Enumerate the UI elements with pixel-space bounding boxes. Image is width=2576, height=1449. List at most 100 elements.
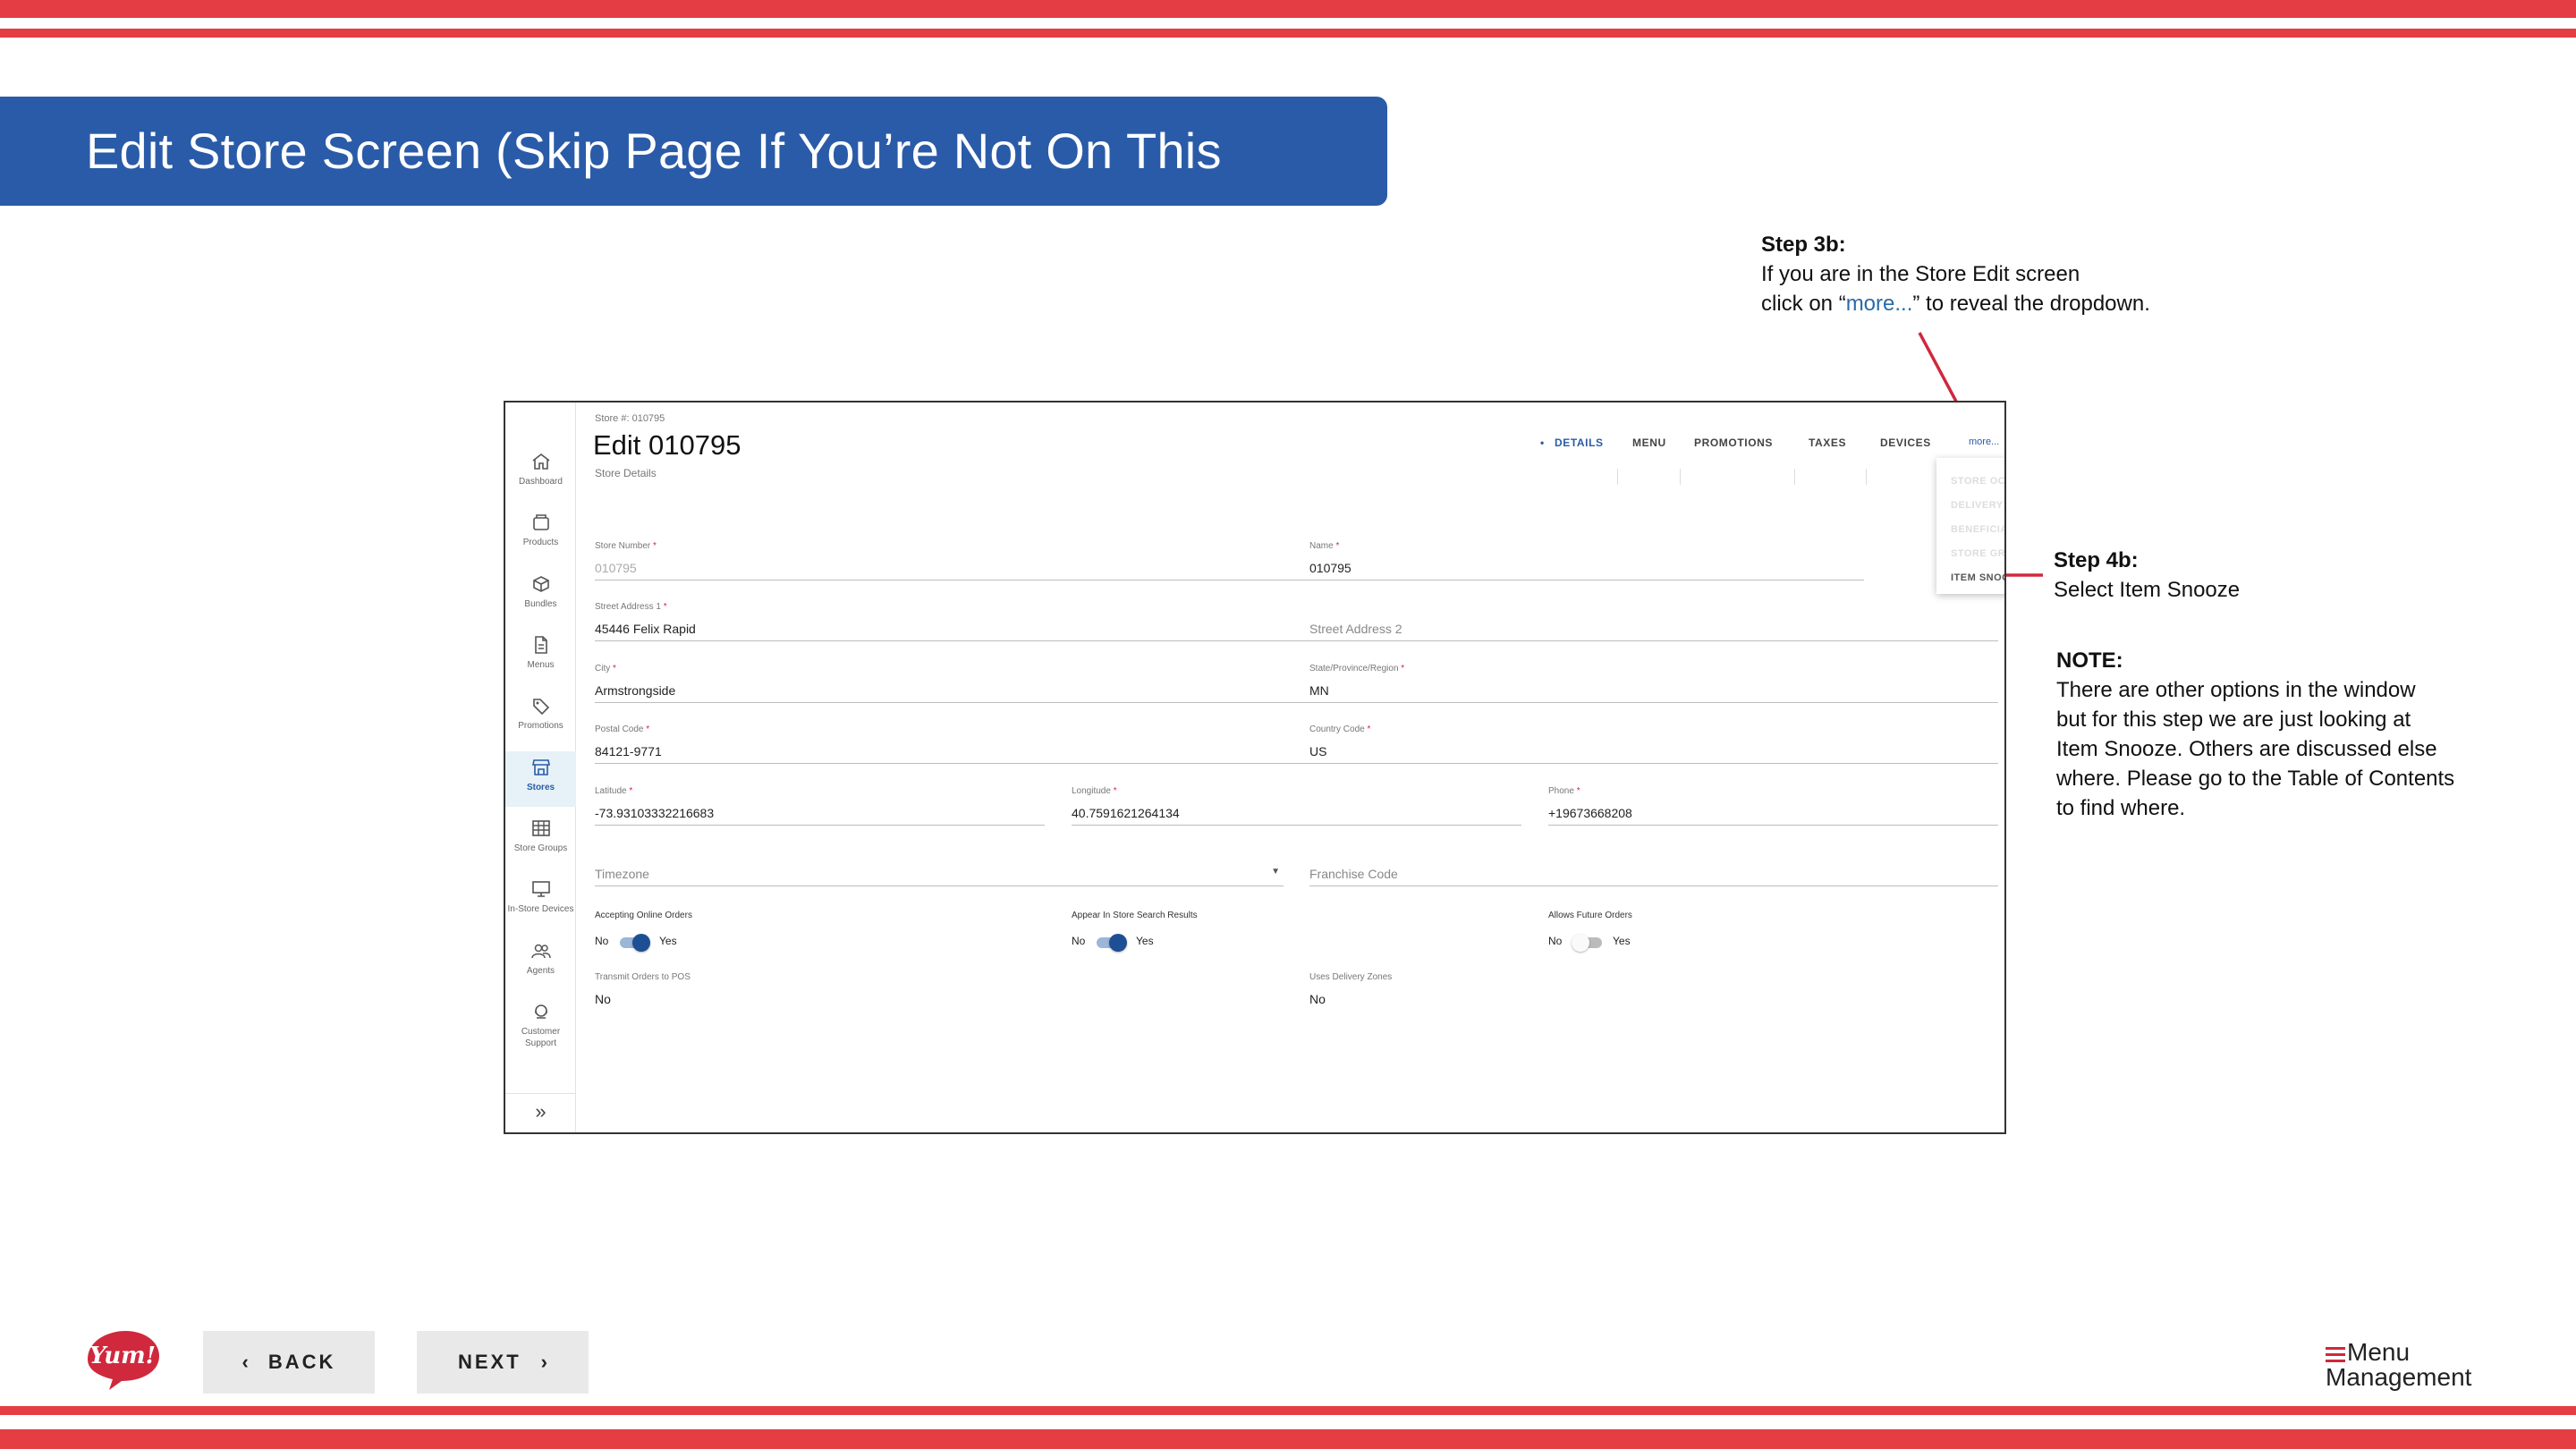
delivery-zones-label: Uses Delivery Zones xyxy=(1309,972,1393,982)
chevron-left-icon: ‹ xyxy=(242,1351,249,1373)
dropdown-arrow-icon: ▼ xyxy=(1271,867,1280,877)
note-heading: NOTE: xyxy=(2056,648,2123,673)
sidebar-item-products[interactable]: Products xyxy=(505,513,576,548)
people-icon xyxy=(530,944,551,959)
menu-item-item-snooze[interactable]: ITEM SNOOZE xyxy=(1951,572,2004,583)
bottom-stripe-thick xyxy=(0,1429,2576,1449)
logo-bars-icon xyxy=(2326,1347,2345,1362)
accepting-online-orders-toggle-row: No Yes xyxy=(595,934,702,953)
accepting-online-orders-label: Accepting Online Orders xyxy=(595,911,692,920)
page-subtitle: Store Details xyxy=(595,467,657,479)
menu-item-delivery[interactable]: DELIVERY xyxy=(1951,500,2004,511)
bottom-stripe-thin xyxy=(0,1406,2576,1415)
tab-menu[interactable]: MENU xyxy=(1632,436,1666,449)
tab-divider xyxy=(1617,469,1618,485)
support-icon xyxy=(534,1004,547,1019)
sidebar-item-label: Promotions xyxy=(518,721,564,731)
menu-management-logo: Menu Management xyxy=(2326,1338,2504,1395)
state-field[interactable]: State/Province/Region * MN xyxy=(1309,664,1998,703)
postal-code-field[interactable]: Postal Code * 84121-9771 xyxy=(595,724,1310,764)
grid-icon xyxy=(531,820,550,836)
edit-title: Edit 010795 xyxy=(593,429,741,461)
store-number-field[interactable]: Store Number * 010795 xyxy=(595,541,1310,580)
transmit-orders-value: No xyxy=(595,992,611,1006)
toggle-yes-label: Yes xyxy=(659,935,677,947)
expand-sidebar-icon[interactable]: » xyxy=(505,1093,576,1132)
toggle-no-label: No xyxy=(1072,935,1086,947)
tab-promotions[interactable]: PROMOTIONS xyxy=(1694,436,1773,449)
monitor-icon xyxy=(531,881,550,897)
toggle-no-label: No xyxy=(1548,935,1563,947)
timezone-select[interactable]: Timezone ▼ xyxy=(595,847,1284,886)
menu-item-beneficiaries[interactable]: BENEFICIARIES xyxy=(1951,524,2004,535)
delivery-zones-value: No xyxy=(1309,992,1326,1006)
active-tab-dot-icon: • xyxy=(1540,436,1545,449)
cube-icon xyxy=(532,576,549,592)
tab-taxes[interactable]: TAXES xyxy=(1809,436,1846,449)
tab-divider xyxy=(1680,469,1681,485)
back-button[interactable]: ‹ BACK xyxy=(203,1331,375,1394)
allows-future-orders-label: Allows Future Orders xyxy=(1548,911,1632,920)
toggle-yes-label: Yes xyxy=(1613,935,1631,947)
sidebar-item-in-store-devices[interactable]: In-Store Devices xyxy=(505,880,576,915)
more-link-reference: more... xyxy=(1845,292,1913,316)
top-stripe-thick xyxy=(0,0,2576,18)
longitude-field[interactable]: Longitude * 40.7591621264134 xyxy=(1072,786,1521,826)
tab-devices[interactable]: DEVICES xyxy=(1880,436,1931,449)
appear-in-search-toggle[interactable] xyxy=(1097,934,1127,952)
tab-more[interactable]: more... xyxy=(1969,436,1999,447)
slide: { "slide": { "title": "Edit Store Screen… xyxy=(0,0,2576,1449)
next-button[interactable]: NEXT › xyxy=(417,1331,589,1394)
sidebar-item-agents[interactable]: Agents xyxy=(505,942,576,977)
tag-icon xyxy=(532,699,549,715)
street-address-2-field[interactable]: Street Address 2 xyxy=(1309,602,1998,641)
sidebar-item-customer-support[interactable]: Customer Support xyxy=(505,1003,576,1049)
step-4b-annotation: Step 4b: Select Item Snooze xyxy=(2054,546,2322,605)
next-button-label: NEXT xyxy=(457,1351,521,1373)
franchise-code-field[interactable]: Franchise Code xyxy=(1309,847,1998,886)
sidebar-item-label: In-Store Devices xyxy=(507,904,574,914)
menu-item-store-occasions[interactable]: STORE OCCASIONS xyxy=(1951,476,2004,487)
city-field[interactable]: City * Armstrongside xyxy=(595,664,1310,703)
name-field[interactable]: Name * 010795 xyxy=(1309,541,1864,580)
main-content: Store #: 010795 Edit 010795 Store Detail… xyxy=(577,402,2004,1132)
sidebar-item-label: Menus xyxy=(527,660,555,670)
latitude-field[interactable]: Latitude * -73.93103332216683 xyxy=(595,786,1045,826)
sidebar-item-label: Agents xyxy=(526,966,555,976)
sidebar-item-promotions[interactable]: Promotions xyxy=(505,697,576,732)
street-address-1-field[interactable]: Street Address 1 * 45446 Felix Rapid xyxy=(595,602,1310,641)
back-button-label: BACK xyxy=(267,1351,336,1373)
sidebar-item-store-groups[interactable]: Store Groups xyxy=(505,819,576,854)
more-dropdown-menu: STORE OCCASIONS DELIVERY BENEFICIARIES S… xyxy=(1936,458,2004,594)
yum-logo: Yum! xyxy=(88,1331,159,1390)
appear-in-search-toggle-row: No Yes xyxy=(1072,934,1179,953)
note-line: There are other options in the window xyxy=(2056,678,2416,702)
note-line: Item Snooze. Others are discussed else xyxy=(2056,737,2437,761)
sidebar-item-label: Bundles xyxy=(524,599,557,609)
menu-item-store-groups[interactable]: STORE GROUPS xyxy=(1951,548,2004,559)
document-icon xyxy=(534,636,547,654)
step-3b-line2: click on “more...” to reveal the dropdow… xyxy=(1761,292,2150,316)
home-icon xyxy=(532,453,549,470)
accepting-online-orders-toggle[interactable] xyxy=(620,934,650,952)
step-4b-body: Select Item Snooze xyxy=(2054,578,2241,602)
store-icon xyxy=(531,759,550,775)
sidebar-item-label: Products xyxy=(522,538,559,547)
box-icon xyxy=(532,514,549,530)
sidebar: Dashboard Products Bundles Menus Promoti… xyxy=(505,402,576,1132)
allows-future-orders-toggle[interactable] xyxy=(1572,934,1602,952)
tab-details[interactable]: DETAILS xyxy=(1555,436,1604,449)
logo-line2: Management xyxy=(2326,1363,2472,1391)
note-line: to find where. xyxy=(2056,796,2186,820)
country-code-field[interactable]: Country Code * US xyxy=(1309,724,1998,764)
sidebar-item-menus[interactable]: Menus xyxy=(505,636,576,671)
sidebar-item-label: Stores xyxy=(526,783,555,792)
sidebar-item-label: Dashboard xyxy=(519,477,563,487)
phone-field[interactable]: Phone * +19673668208 xyxy=(1548,786,1998,826)
appear-in-search-label: Appear In Store Search Results xyxy=(1072,911,1198,920)
sidebar-item-bundles[interactable]: Bundles xyxy=(505,575,576,610)
sidebar-item-stores[interactable]: Stores xyxy=(505,751,576,807)
toggle-yes-label: Yes xyxy=(1136,935,1154,947)
sidebar-item-dashboard[interactable]: Dashboard xyxy=(505,453,576,487)
top-stripe-thin xyxy=(0,29,2576,38)
